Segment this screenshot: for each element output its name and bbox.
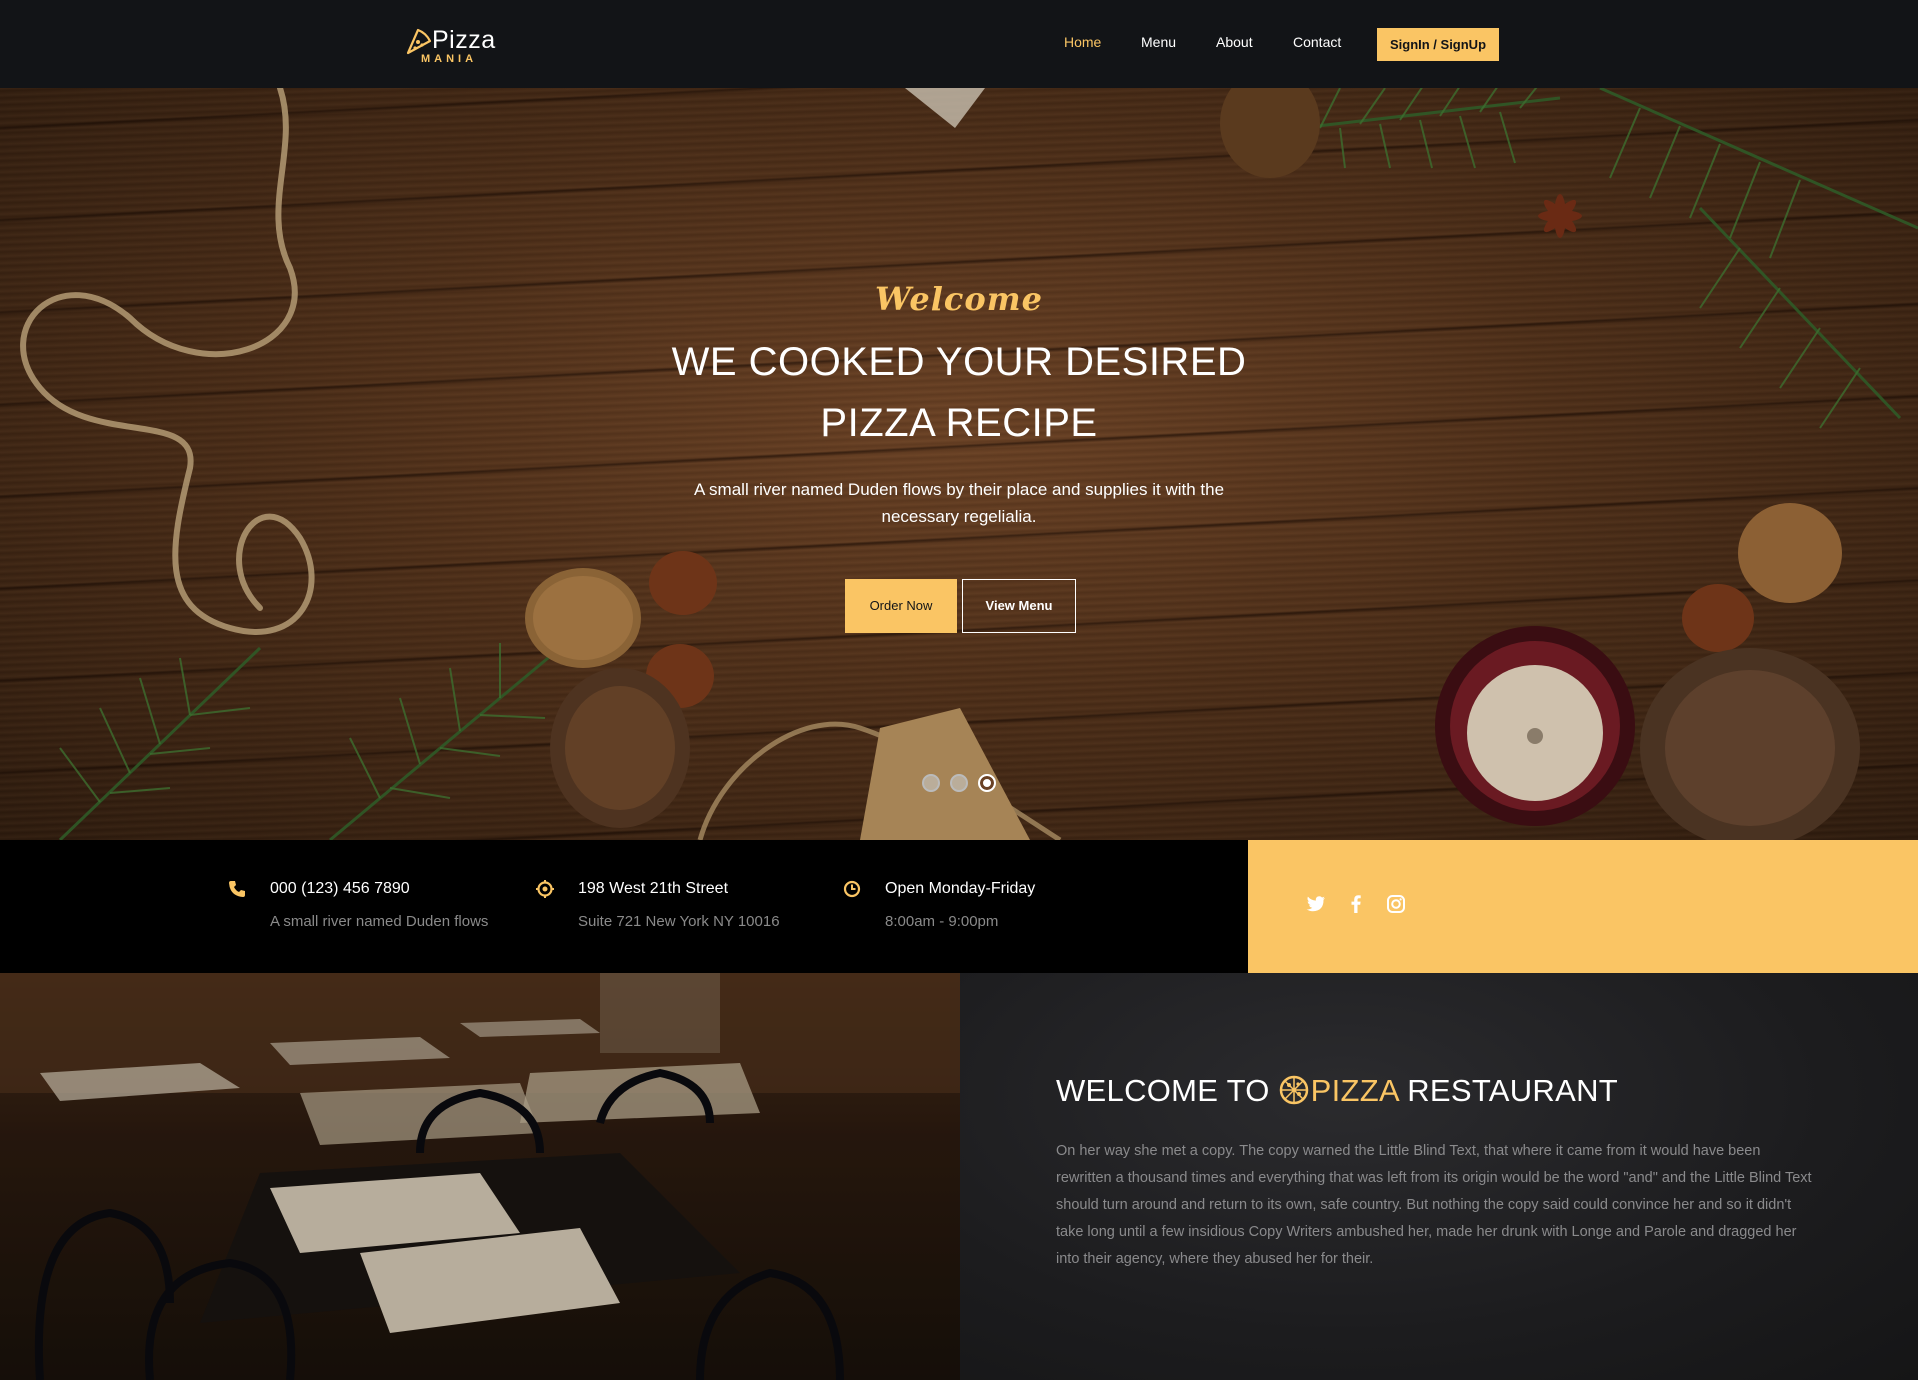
twitter-icon[interactable] xyxy=(1306,894,1326,914)
phone-icon xyxy=(229,881,245,897)
hero-description: A small river named Duden flows by their… xyxy=(693,480,1225,526)
nav-contact-link[interactable]: Contact xyxy=(1293,34,1341,50)
about-title: WELCOME TO PIZZA RESTAURANT xyxy=(1056,1073,1618,1109)
facebook-icon[interactable] xyxy=(1346,894,1366,914)
pizza-logo-icon xyxy=(1279,1075,1308,1105)
about-title-suffix: RESTAURANT xyxy=(1398,1073,1619,1108)
about-text: On her way she met a copy. The copy warn… xyxy=(1056,1143,1812,1267)
phone-subtext: A small river named Duden flows xyxy=(270,913,489,930)
hero-content: Welcome WE COOKED YOUR DESIRED PIZZA REC… xyxy=(559,280,1359,530)
logo-subtitle: MANIA xyxy=(421,53,478,65)
pizza-slice-icon xyxy=(406,28,432,55)
hero-title-line-1: WE COOKED YOUR DESIRED xyxy=(671,340,1247,384)
info-bar: 000 (123) 456 7890 A small river named D… xyxy=(0,840,1248,973)
about-section: WELCOME TO PIZZA RESTAURANT On her way s… xyxy=(960,973,1918,1380)
hero-welcome: Welcome xyxy=(875,280,1043,318)
view-menu-button[interactable]: View Menu xyxy=(962,579,1076,633)
hours-title: Open Monday-Friday xyxy=(885,880,1036,897)
slider-dot-2[interactable] xyxy=(950,774,968,792)
restaurant-interior-image xyxy=(0,973,960,1380)
logo[interactable]: Pizza MANIA xyxy=(404,24,514,66)
hours-time: 8:00am - 9:00pm xyxy=(885,913,999,930)
social-bar xyxy=(1248,840,1918,973)
slider-dot-1[interactable] xyxy=(922,774,940,792)
nav-about-link[interactable]: About xyxy=(1216,34,1253,50)
hero-title-line-2: PIZZA RECIPE xyxy=(820,401,1098,445)
order-now-button[interactable]: Order Now xyxy=(845,579,957,633)
nav-menu-link[interactable]: Menu xyxy=(1141,34,1176,50)
nav-home-link[interactable]: Home xyxy=(1064,34,1101,50)
hero-title: WE COOKED YOUR DESIRED PIZZA RECIPE xyxy=(559,332,1359,454)
logo-word: Pizza xyxy=(432,26,496,54)
phone-number[interactable]: 000 (123) 456 7890 xyxy=(270,880,410,898)
signin-signup-button[interactable]: SignIn / SignUp xyxy=(1377,28,1499,61)
address-suite: Suite 721 New York NY 10016 xyxy=(578,913,780,930)
about-title-prefix: WELCOME TO xyxy=(1056,1073,1279,1108)
navbar: Pizza MANIA Home Menu About Contact Sign… xyxy=(0,0,1918,88)
slider-dot-3[interactable] xyxy=(978,774,996,792)
hero-slider: Welcome WE COOKED YOUR DESIRED PIZZA REC… xyxy=(0,88,1918,840)
location-icon xyxy=(536,880,554,898)
slider-dots xyxy=(922,774,998,794)
address-street: 198 West 21th Street xyxy=(578,880,729,897)
clock-icon xyxy=(843,880,861,898)
about-title-highlight: PIZZA xyxy=(1310,1073,1399,1108)
restaurant-interior-drawing xyxy=(0,973,960,1380)
instagram-icon[interactable] xyxy=(1386,894,1406,914)
